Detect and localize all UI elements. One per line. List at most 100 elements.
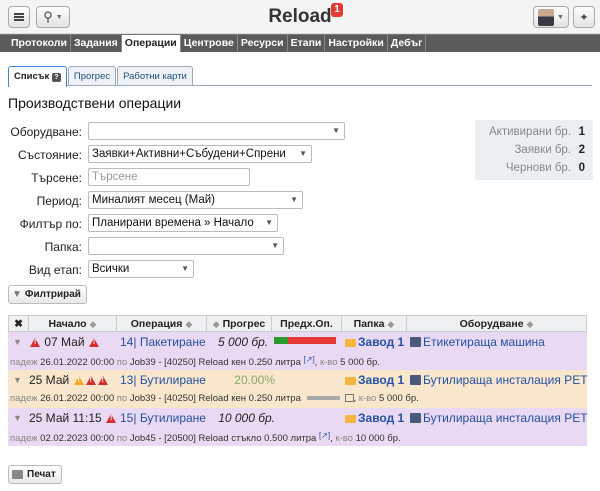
avatar [538, 8, 555, 26]
row-progress: 20.00% [234, 373, 275, 387]
col-equipment[interactable]: Оборудване ◆ [407, 316, 586, 332]
row-equipment[interactable]: Етикетираща машина [410, 335, 545, 349]
row-start: 25 Май 11:15 [29, 411, 117, 425]
expand-icon[interactable]: ▼ [13, 337, 22, 347]
stage-label: Вид етап: [28, 263, 82, 277]
chevron-down-icon: ▼ [299, 149, 307, 158]
row-folder[interactable]: Завод 1 [345, 411, 404, 425]
period-select[interactable]: Миналият месец (Май) ▼ [88, 191, 303, 209]
filterby-value: Планирани времена » Начало [92, 217, 254, 229]
print-button[interactable]: Печат [8, 465, 62, 484]
chevron-down-icon: ▼ [332, 126, 340, 135]
user-menu-button[interactable]: ▼ [533, 6, 569, 28]
chevron-down-icon: ▼ [290, 195, 298, 204]
alert-icon [97, 376, 108, 385]
equipment-select[interactable]: ▼ [88, 122, 345, 140]
search-input[interactable]: Търсене [88, 168, 250, 186]
col-start[interactable]: Начало ◆ [29, 316, 117, 332]
stats-panel: Активирани бр. 1 Заявки бр. 2 Чернови бр. 0 [475, 120, 593, 180]
folder-select[interactable]: ▼ [88, 237, 284, 255]
folder-icon [345, 415, 356, 423]
stage-select[interactable]: Всички ▼ [88, 260, 194, 278]
filter-button-label: Филтрирай [24, 289, 81, 300]
operations-table: ✖ Начало ◆ Операция ◆ ◆ Прогрес Предх.Оп… [8, 315, 588, 446]
warning-icon [73, 376, 84, 385]
help-icon[interactable]: ? [51, 73, 61, 82]
tab-list[interactable]: Списък ? [8, 66, 67, 87]
stage-value: Всички [92, 263, 130, 275]
sort-icon: ◆ [212, 319, 220, 329]
row-start: 07 Май [29, 335, 100, 349]
tab-progress[interactable]: Прогрес [67, 66, 117, 85]
equipment-icon [410, 375, 421, 385]
state-select[interactable]: Заявки+Активни+Събудени+Спрени ▼ [88, 145, 312, 163]
filter-button[interactable]: ▼ Филтрирай [8, 285, 87, 304]
tools-icon[interactable]: ✖ [9, 316, 29, 332]
nav-tab-operations[interactable]: Операции [121, 35, 181, 52]
row-folder[interactable]: Завод 1 [345, 373, 404, 387]
chevron-down-icon: ▼ [265, 218, 273, 227]
nav-tab-debug[interactable]: Дебъг [388, 35, 427, 52]
nav-tab-settings[interactable]: Настройки [325, 35, 388, 52]
row-progress: 5 000 бр. [218, 335, 269, 349]
printer-icon [12, 470, 23, 479]
equipment-label: Оборудване: [10, 125, 82, 139]
notification-badge[interactable]: 1 [331, 3, 343, 17]
state-label: Състояние: [17, 148, 82, 162]
top-bar: ⚲ ▼ Reload 1 ▼ ✦ [0, 0, 600, 34]
sub-tabs: Списък ? Прогрес Работни карти [8, 66, 592, 87]
search-label: Търсене: [31, 171, 82, 185]
filter-icon: ▼ [12, 289, 22, 300]
row-folder[interactable]: Завод 1 [345, 335, 404, 349]
row-equipment[interactable]: Бутилираща инсталация PET [410, 373, 588, 387]
chevron-down-icon: ▼ [271, 241, 279, 250]
nav-tab-protocols[interactable]: Протоколи [8, 35, 71, 52]
filterby-select[interactable]: Планирани времена » Начало ▼ [88, 214, 278, 232]
pin-icon: ✦ [579, 11, 589, 24]
col-operation[interactable]: Операция ◆ [117, 316, 207, 332]
chevron-down-icon: ▼ [557, 13, 564, 21]
row-operation-link[interactable]: 15| Бутилиране [120, 411, 206, 425]
tab-list-label: Списък [14, 71, 50, 82]
row-operation-link[interactable]: 13| Бутилиране [120, 373, 206, 387]
table-row: ▼ 25 Май 13| Бутилиране 20.00% Завод 1 Б… [8, 370, 588, 408]
row-subinfo: падеж 26.01.2022 00:00 по Job39 - [40250… [10, 355, 380, 368]
app-title: Reload [268, 6, 332, 27]
col-progress[interactable]: ◆ Прогрес [207, 316, 272, 332]
expand-icon[interactable]: ▼ [13, 413, 22, 423]
state-value: Заявки+Активни+Събудени+Спрени [92, 148, 286, 160]
period-label: Период: [36, 194, 82, 208]
expand-icon[interactable]: ▼ [13, 375, 22, 385]
chevron-down-icon: ▼ [181, 264, 189, 273]
mini-progress-bar [306, 396, 340, 400]
checkbox-icon [344, 394, 354, 402]
search-placeholder: Търсене [92, 171, 138, 183]
external-link-icon[interactable]: [↗] [319, 431, 330, 440]
folder-icon [345, 377, 356, 385]
alert-icon [30, 338, 40, 347]
row-equipment[interactable]: Бутилираща инсталация PET [410, 411, 588, 425]
alert-icon [85, 376, 96, 385]
tab-work-cards[interactable]: Работни карти [117, 66, 193, 85]
nav-tab-stages[interactable]: Етапи [288, 35, 326, 52]
folder-icon [345, 339, 356, 347]
row-operation-link[interactable]: 14| Пакетиране [120, 335, 206, 349]
sort-icon: ◆ [89, 319, 97, 329]
main-nav: Протоколи Задания Операции Центрове Ресу… [0, 34, 600, 52]
col-prev-op[interactable]: Предх.Оп. [272, 316, 342, 332]
row-progress: 10 000 бр. [218, 411, 275, 425]
table-row: ▼ 07 Май 14| Пакетиране 5 000 бр. Завод … [8, 332, 587, 370]
external-link-icon[interactable]: [↗] [304, 355, 315, 364]
nav-tab-tasks[interactable]: Задания [71, 35, 122, 52]
col-folder[interactable]: Папка ◆ [342, 316, 407, 332]
sort-icon: ◆ [526, 319, 534, 329]
nav-tab-centers[interactable]: Центрове [181, 35, 238, 52]
stat-drafts: Чернови бр. 0 [505, 162, 585, 174]
period-value: Миналият месец (Май) [92, 194, 215, 206]
table-header: ✖ Начало ◆ Операция ◆ ◆ Прогрес Предх.Оп… [8, 315, 587, 332]
equipment-icon [410, 413, 421, 423]
pin-button[interactable]: ✦ [573, 6, 595, 28]
row-subinfo: падеж 02.02.2023 00:00 по Job45 - [20500… [10, 431, 401, 444]
nav-tab-resources[interactable]: Ресурси [238, 35, 288, 52]
equipment-icon [410, 337, 421, 347]
